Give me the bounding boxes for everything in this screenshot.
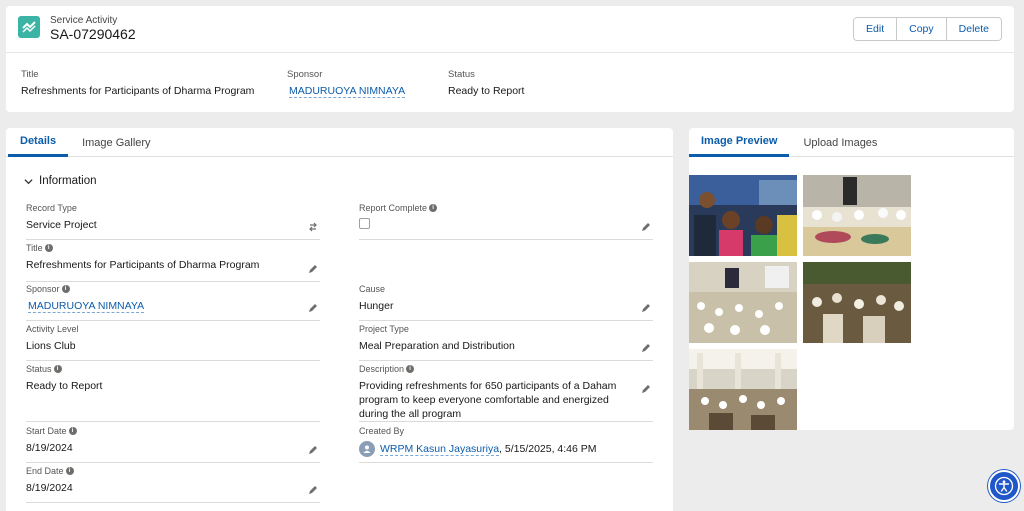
field-label: Activity Level	[26, 324, 79, 334]
field-value: Hunger	[359, 300, 394, 312]
chevron-down-icon	[24, 178, 33, 184]
accessibility-icon[interactable]	[988, 470, 1020, 502]
info-icon[interactable]: i	[68, 427, 77, 435]
highlight-sponsor-link[interactable]: MADURUOYA NIMNAYA	[289, 85, 406, 98]
pencil-icon[interactable]	[641, 384, 651, 394]
field-activity-level: Activity Level Lions Club	[26, 323, 320, 361]
highlight-status-label: Status	[448, 69, 475, 80]
tab-image-gallery[interactable]: Image Gallery	[70, 128, 162, 157]
field-created-by: Created By WRPM Kasun Jayasuriya, 5/15/2…	[359, 425, 653, 463]
field-status: Status i Ready to Report	[26, 363, 320, 422]
created-by-date: , 5/15/2025, 4:46 PM	[499, 442, 597, 455]
record-name: SA-07290462	[50, 26, 136, 42]
object-type-label: Service Activity	[50, 15, 118, 26]
highlight-title-value: Refreshments for Participants of Dharma …	[21, 85, 255, 97]
info-icon[interactable]: i	[429, 204, 438, 212]
field-report-complete: Report Complete i	[359, 202, 653, 240]
user-avatar-icon	[359, 441, 375, 457]
field-label: Sponsor	[26, 284, 60, 294]
sponsor-link[interactable]: MADURUOYA NIMNAYA	[28, 300, 145, 313]
record-header: Service Activity SA-07290462 Edit Copy D…	[6, 6, 1014, 52]
field-label: Title	[26, 243, 43, 253]
pencil-icon[interactable]	[641, 303, 651, 313]
field-value: Lions Club	[26, 340, 76, 352]
field-end-date: End Date i 8/19/2024	[26, 465, 320, 503]
pencil-icon[interactable]	[308, 264, 318, 274]
pencil-icon[interactable]	[641, 222, 651, 232]
image-thumbnail[interactable]	[689, 262, 797, 343]
field-value: Meal Preparation and Distribution	[359, 340, 515, 352]
highlights-panel: Title Refreshments for Participants of D…	[6, 52, 1014, 112]
delete-button[interactable]: Delete	[946, 18, 1001, 40]
details-card: Details Image Gallery Information Record…	[6, 128, 673, 511]
tab-details[interactable]: Details	[8, 128, 69, 157]
section-title: Information	[39, 175, 97, 187]
image-thumbnail[interactable]	[689, 349, 797, 430]
field-cause: Cause Hunger	[359, 283, 653, 321]
edit-button[interactable]: Edit	[854, 18, 898, 40]
image-thumbnail[interactable]	[803, 262, 911, 343]
highlight-sponsor-label: Sponsor	[287, 69, 323, 80]
created-by-user-link[interactable]: WRPM Kasun Jayasuriya	[380, 442, 500, 456]
field-value: Service Project	[26, 219, 97, 231]
image-thumbnail[interactable]	[803, 175, 911, 256]
highlight-status-value: Ready to Report	[448, 85, 525, 97]
field-title: Title i Refreshments for Participants of …	[26, 242, 320, 282]
highlight-status: Status Ready to Report	[448, 69, 524, 97]
field-label: Project Type	[359, 324, 409, 334]
field-label: End Date	[26, 466, 64, 476]
field-label: Status	[26, 364, 52, 374]
info-icon[interactable]: i	[406, 365, 415, 373]
info-icon[interactable]: i	[53, 365, 62, 373]
field-value: 8/19/2024	[26, 442, 73, 454]
info-icon[interactable]: i	[61, 285, 70, 293]
field-project-type: Project Type Meal Preparation and Distri…	[359, 323, 653, 361]
field-label: Start Date	[26, 426, 67, 436]
pencil-icon[interactable]	[641, 343, 651, 353]
report-complete-checkbox[interactable]	[359, 218, 370, 229]
field-label: Report Complete	[359, 203, 428, 213]
field-record-type: Record Type Service Project	[26, 202, 320, 240]
field-label: Record Type	[26, 203, 77, 213]
pencil-icon[interactable]	[308, 485, 318, 495]
field-value: Refreshments for Participants of Dharma …	[26, 259, 260, 271]
field-description: Description i Providing refreshments for …	[359, 363, 653, 422]
field-sponsor: Sponsor i MADURUOYA NIMNAYA	[26, 283, 320, 321]
pencil-icon[interactable]	[308, 303, 318, 313]
info-icon[interactable]: i	[44, 244, 53, 252]
copy-button[interactable]: Copy	[897, 18, 947, 40]
image-thumbnail[interactable]	[689, 175, 797, 256]
info-icon[interactable]: i	[65, 467, 74, 475]
field-label: Description	[359, 364, 405, 374]
field-start-date: Start Date i 8/19/2024	[26, 425, 320, 463]
field-label: Created By	[359, 426, 405, 436]
record-actions: Edit Copy Delete	[853, 17, 1002, 41]
highlight-title-label: Title	[21, 69, 39, 80]
field-label: Cause	[359, 284, 386, 294]
pencil-icon[interactable]	[308, 445, 318, 455]
field-value: 8/19/2024	[26, 482, 73, 494]
tab-image-preview[interactable]: Image Preview	[689, 128, 790, 157]
field-value: Providing refreshments for 650 participa…	[359, 380, 617, 420]
service-activity-icon	[18, 16, 40, 38]
tab-upload-images[interactable]: Upload Images	[791, 128, 889, 157]
highlight-sponsor: Sponsor MADURUOYA NIMNAYA	[287, 69, 406, 98]
field-value: Ready to Report	[26, 380, 103, 392]
information-section-header[interactable]: Information	[24, 175, 97, 187]
image-tabs: Image Preview Upload Images	[689, 128, 1014, 157]
details-tabs: Details Image Gallery	[6, 128, 673, 157]
image-preview-card: Image Preview Upload Images	[689, 128, 1014, 430]
switch-icon[interactable]	[308, 222, 318, 232]
highlight-title: Title Refreshments for Participants of D…	[21, 69, 254, 97]
